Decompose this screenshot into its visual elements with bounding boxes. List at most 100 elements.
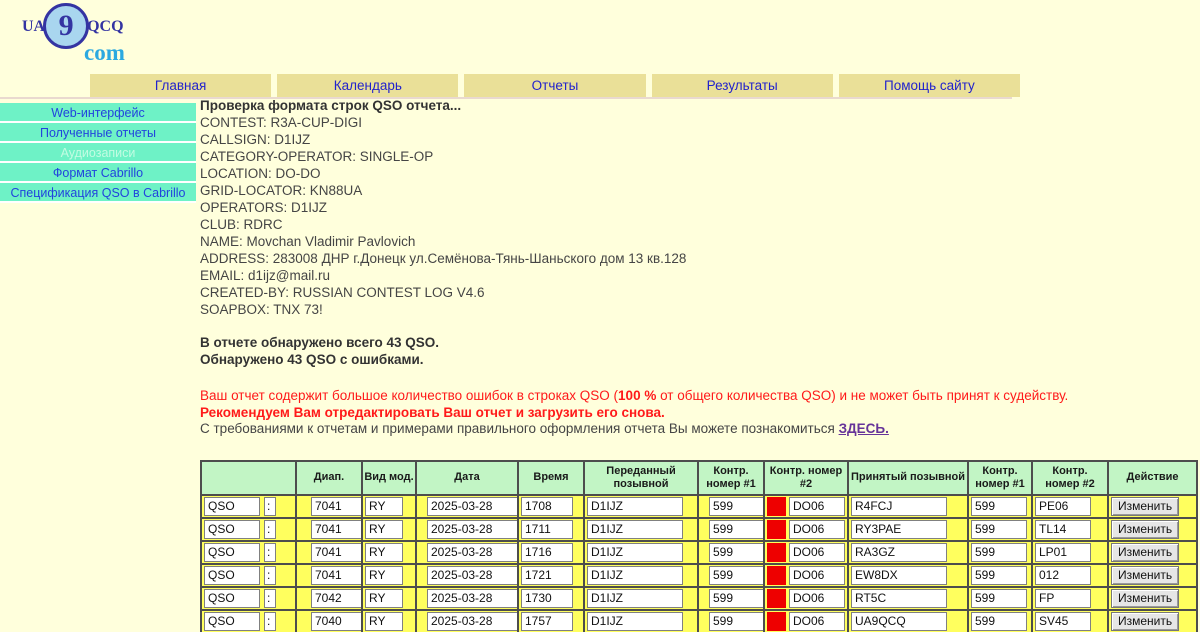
sent-callsign-input[interactable]: D1IJZ <box>587 566 683 585</box>
received-number2-input[interactable]: 012 <box>1035 566 1091 585</box>
header-date: Дата <box>416 461 518 495</box>
sent-callsign-input[interactable]: D1IJZ <box>587 497 683 516</box>
sent-number1-input[interactable]: 599 <box>709 566 764 585</box>
received-number2-input[interactable]: LP01 <box>1035 543 1091 562</box>
sent-number2-input[interactable]: DO06 <box>789 497 845 516</box>
time-input[interactable]: 1716 <box>521 543 573 562</box>
time-input[interactable]: 1721 <box>521 566 573 585</box>
mode-input[interactable]: RY <box>365 612 403 631</box>
qso-label-input[interactable]: QSO <box>204 497 260 516</box>
sent-number1-input[interactable]: 599 <box>709 543 764 562</box>
here-link[interactable]: ЗДЕСЬ. <box>839 421 889 436</box>
sidebar-item-qso-spec-cabrillo[interactable]: Спецификация QSO в Cabrillo <box>0 183 196 203</box>
date-input[interactable]: 2025-03-28 <box>427 497 518 516</box>
received-number1-input[interactable]: 599 <box>971 520 1027 539</box>
error-marker <box>767 520 786 539</box>
band-input[interactable]: 7041 <box>311 543 362 562</box>
qso-table-header: Диап. Вид мод. Дата Время Переданный поз… <box>201 461 1197 495</box>
received-callsign-input[interactable]: RT5C <box>851 589 947 608</box>
colon-input[interactable]: : <box>264 589 276 608</box>
sent-number2-input[interactable]: DO06 <box>789 543 845 562</box>
sent-number1-input[interactable]: 599 <box>709 612 764 631</box>
warning-line-1: Ваш отчет содержит большое количество ош… <box>200 388 1200 405</box>
sent-number1-input[interactable]: 599 <box>709 520 764 539</box>
sidebar-item-received-reports[interactable]: Полученные отчеты <box>0 123 196 143</box>
time-input[interactable]: 1730 <box>521 589 573 608</box>
sidebar-item-web-interface[interactable]: Web-интерфейс <box>0 103 196 123</box>
sent-number2-input[interactable]: DO06 <box>789 566 845 585</box>
received-number2-input[interactable]: PE06 <box>1035 497 1091 516</box>
table-row: QSO: 7041 RY 2025-03-28 1708 D1IJZ 599 D… <box>201 495 1197 518</box>
band-input[interactable]: 7040 <box>311 612 362 631</box>
date-input[interactable]: 2025-03-28 <box>427 543 518 562</box>
sent-callsign-input[interactable]: D1IJZ <box>587 589 683 608</box>
mode-input[interactable]: RY <box>365 543 403 562</box>
logo-qcq: QCQ <box>87 18 123 36</box>
mode-input[interactable]: RY <box>365 589 403 608</box>
sent-callsign-input[interactable]: D1IJZ <box>587 612 683 631</box>
main-content: Проверка формата строк QSO отчета... CON… <box>200 97 1200 632</box>
time-input[interactable]: 1711 <box>521 520 573 539</box>
nav-item-reports[interactable]: Отчеты <box>464 74 645 97</box>
nav-item-calendar[interactable]: Календарь <box>277 74 458 97</box>
sent-number1-input[interactable]: 599 <box>709 497 764 516</box>
report-line-club: CLUB: RDRC <box>200 216 1200 233</box>
mode-input[interactable]: RY <box>365 566 403 585</box>
logo-com: com <box>84 42 252 64</box>
colon-input[interactable]: : <box>264 543 276 562</box>
received-number2-input[interactable]: SV45 <box>1035 612 1091 631</box>
received-number2-input[interactable]: FP <box>1035 589 1091 608</box>
received-callsign-input[interactable]: UA9QCQ <box>851 612 947 631</box>
time-input[interactable]: 1757 <box>521 612 573 631</box>
table-row: QSO: 7042 RY 2025-03-28 1730 D1IJZ 599 D… <box>201 587 1197 610</box>
date-input[interactable]: 2025-03-28 <box>427 589 518 608</box>
received-number1-input[interactable]: 599 <box>971 543 1027 562</box>
date-input[interactable]: 2025-03-28 <box>427 612 518 631</box>
date-input[interactable]: 2025-03-28 <box>427 520 518 539</box>
sent-callsign-input[interactable]: D1IJZ <box>587 543 683 562</box>
received-callsign-input[interactable]: EW8DX <box>851 566 947 585</box>
received-number1-input[interactable]: 599 <box>971 612 1027 631</box>
qso-label-input[interactable]: QSO <box>204 543 260 562</box>
sidebar-item-cabrillo-format[interactable]: Формат Cabrillo <box>0 163 196 183</box>
nav-item-site-help[interactable]: Помощь сайту <box>839 74 1020 97</box>
edit-button[interactable]: Изменить <box>1111 566 1179 585</box>
colon-input[interactable]: : <box>264 497 276 516</box>
edit-button[interactable]: Изменить <box>1111 612 1179 631</box>
sent-number2-input[interactable]: DO06 <box>789 520 845 539</box>
qso-label-input[interactable]: QSO <box>204 566 260 585</box>
received-number1-input[interactable]: 599 <box>971 566 1027 585</box>
received-callsign-input[interactable]: R4FCJ <box>851 497 947 516</box>
colon-input[interactable]: : <box>264 566 276 585</box>
time-input[interactable]: 1708 <box>521 497 573 516</box>
received-callsign-input[interactable]: RY3PAE <box>851 520 947 539</box>
received-number1-input[interactable]: 599 <box>971 589 1027 608</box>
sent-callsign-input[interactable]: D1IJZ <box>587 520 683 539</box>
edit-button[interactable]: Изменить <box>1111 543 1179 562</box>
colon-input[interactable]: : <box>264 612 276 631</box>
edit-button[interactable]: Изменить <box>1111 520 1179 539</box>
received-number1-input[interactable]: 599 <box>971 497 1027 516</box>
sent-number2-input[interactable]: DO06 <box>789 612 845 631</box>
edit-button[interactable]: Изменить <box>1111 589 1179 608</box>
band-input[interactable]: 7041 <box>311 497 362 516</box>
site-logo[interactable]: UA 9 QCQ com <box>22 4 252 64</box>
edit-button[interactable]: Изменить <box>1111 497 1179 516</box>
sent-number1-input[interactable]: 599 <box>709 589 764 608</box>
colon-input[interactable]: : <box>264 520 276 539</box>
date-input[interactable]: 2025-03-28 <box>427 566 518 585</box>
qso-label-input[interactable]: QSO <box>204 520 260 539</box>
qso-label-input[interactable]: QSO <box>204 589 260 608</box>
mode-input[interactable]: RY <box>365 520 403 539</box>
received-number2-input[interactable]: TL14 <box>1035 520 1091 539</box>
band-input[interactable]: 7041 <box>311 520 362 539</box>
nav-item-results[interactable]: Результаты <box>652 74 833 97</box>
sent-number2-input[interactable]: DO06 <box>789 589 845 608</box>
report-line-created-by: CREATED-BY: RUSSIAN CONTEST LOG V4.6 <box>200 284 1200 301</box>
qso-label-input[interactable]: QSO <box>204 612 260 631</box>
nav-item-home[interactable]: Главная <box>90 74 271 97</box>
band-input[interactable]: 7041 <box>311 566 362 585</box>
mode-input[interactable]: RY <box>365 497 403 516</box>
received-callsign-input[interactable]: RA3GZ <box>851 543 947 562</box>
band-input[interactable]: 7042 <box>311 589 362 608</box>
